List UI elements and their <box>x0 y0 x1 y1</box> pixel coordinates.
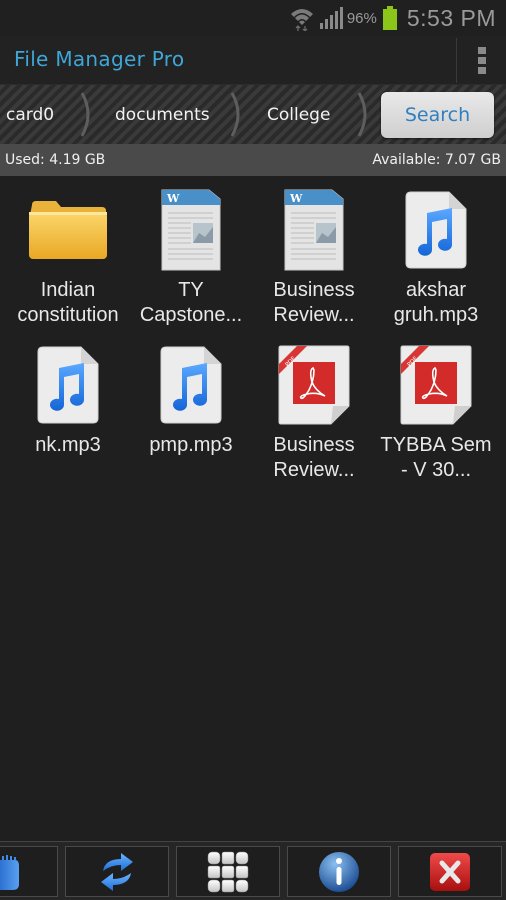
refresh-button[interactable] <box>65 846 169 897</box>
file-item-audio[interactable]: akshar gruh.mp3 <box>374 184 498 328</box>
close-icon <box>430 852 470 891</box>
used-storage: Used: 4.19 GB <box>5 152 106 168</box>
breadcrumb-separator-icon <box>357 92 367 137</box>
refresh-icon <box>101 852 133 891</box>
clock: 5:53 PM <box>406 4 496 31</box>
file-item-folder[interactable]: Indian constitution <box>6 184 130 328</box>
info-icon <box>319 851 359 892</box>
multiselect-button[interactable] <box>0 846 58 897</box>
storage-bar: Used: 4.19 GB Available: 7.07 GB <box>0 144 506 176</box>
file-name: nk.mp3 <box>35 434 101 456</box>
overflow-menu-icon <box>477 47 486 54</box>
file-item-word[interactable]: W Business Review... <box>252 184 376 328</box>
word-document-icon: W <box>146 184 236 276</box>
file-item-audio[interactable]: nk.mp3 <box>6 339 130 458</box>
overflow-menu-button[interactable] <box>457 36 506 85</box>
battery-icon <box>382 6 397 30</box>
file-item-audio[interactable]: pmp.mp3 <box>129 339 253 458</box>
status-bar: 96% 5:53 PM <box>0 0 506 36</box>
audio-file-icon <box>23 339 113 431</box>
breadcrumb-item-documents[interactable]: documents <box>115 85 210 144</box>
breadcrumb-item-college[interactable]: College <box>267 85 330 144</box>
file-name: TYBBA Sem - V 30... <box>380 434 492 481</box>
info-button[interactable] <box>287 846 391 897</box>
bottom-toolbar <box>0 841 506 900</box>
file-name: Indian constitution <box>17 279 119 326</box>
breadcrumb-separator-icon <box>230 92 240 137</box>
folder-icon <box>23 184 113 276</box>
app-title: File Manager Pro <box>14 47 185 71</box>
wifi-icon <box>290 9 313 31</box>
audio-file-icon <box>146 339 236 431</box>
file-item-pdf[interactable]: PDF Business Review... <box>252 339 376 483</box>
file-item-pdf[interactable]: PDF TYBBA Sem - V 30... <box>374 339 498 483</box>
search-button[interactable]: Search <box>381 92 494 138</box>
signal-icon <box>319 7 343 29</box>
svg-text:W: W <box>166 192 180 205</box>
file-item-word[interactable]: W TY Capstone... <box>129 184 253 328</box>
close-button[interactable] <box>398 846 502 897</box>
partial-multiselect-icon <box>0 854 19 890</box>
battery-percent: 96% <box>346 9 377 27</box>
svg-text:W: W <box>289 192 303 205</box>
pdf-file-icon: PDF <box>269 339 359 431</box>
file-name: Business Review... <box>273 434 355 481</box>
action-bar: File Manager Pro <box>0 36 506 85</box>
file-name: akshar gruh.mp3 <box>393 279 479 326</box>
grid-view-icon <box>207 851 249 892</box>
file-name: Business Review... <box>273 279 355 326</box>
breadcrumb-item-card0[interactable]: card0 <box>6 85 54 144</box>
breadcrumb-separator-icon <box>80 92 90 137</box>
breadcrumb: card0 documents College Search <box>0 85 506 144</box>
file-name: TY Capstone... <box>139 279 243 326</box>
audio-file-icon <box>391 184 481 276</box>
pdf-file-icon: PDF <box>391 339 481 431</box>
grid-view-button[interactable] <box>176 846 280 897</box>
file-name: pmp.mp3 <box>149 434 233 456</box>
available-storage: Available: 7.07 GB <box>372 152 501 168</box>
word-document-icon: W <box>269 184 359 276</box>
